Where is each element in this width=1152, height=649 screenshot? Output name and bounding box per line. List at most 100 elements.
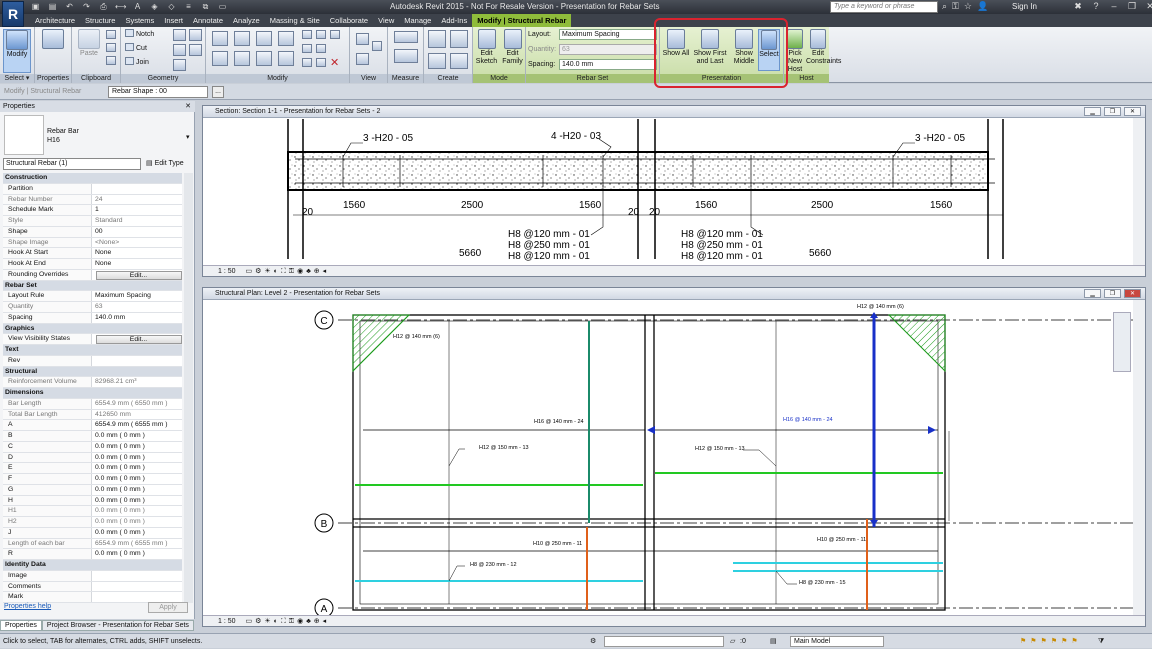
close-icon[interactable]: ✕	[185, 101, 191, 112]
trim-single-icon[interactable]	[302, 58, 312, 67]
offset-icon[interactable]	[234, 31, 250, 46]
open-icon[interactable]: ▣	[30, 2, 41, 12]
tab-insert[interactable]: Insert	[159, 14, 188, 27]
instance-filter-select[interactable]: Structural Rebar (1)	[3, 158, 141, 170]
property-value[interactable]	[92, 581, 182, 592]
trim-multiple-icon[interactable]	[316, 58, 326, 67]
cope-icon[interactable]	[189, 29, 202, 41]
tab-structure[interactable]: Structure	[80, 14, 120, 27]
property-value[interactable]	[92, 570, 182, 581]
cut-button[interactable]: Cut	[125, 43, 147, 54]
switch-windows-icon[interactable]: ▭	[217, 2, 228, 12]
property-value[interactable]: 0.0 mm ( 0 mm )	[92, 495, 182, 506]
tab-analyze[interactable]: Analyze	[228, 14, 265, 27]
edit-type-button[interactable]: ▤ Edit Type	[146, 159, 184, 167]
category-structural[interactable]: Structural	[3, 366, 182, 378]
navigation-bar[interactable]	[1113, 312, 1131, 372]
app-menu-button[interactable]: R	[2, 1, 24, 27]
quantity-field[interactable]: 63	[559, 44, 657, 55]
property-value[interactable]: Maximum Spacing	[92, 291, 182, 301]
paste-button[interactable]: Paste	[74, 29, 104, 58]
chevron-down-icon[interactable]: ▾	[186, 133, 190, 141]
edit-family-button[interactable]: Edit Family	[500, 29, 525, 66]
hide-in-view-icon[interactable]	[356, 33, 369, 45]
editable-only-icon[interactable]: ▱	[730, 634, 735, 649]
create-similar-icon[interactable]	[450, 53, 468, 69]
redo-icon[interactable]: ↷	[81, 2, 92, 12]
view-control-icons[interactable]: ▭⚙☀◐⛶⚿◉♣⊕◂	[245, 268, 329, 275]
tab-view[interactable]: View	[373, 14, 399, 27]
unpin-icon[interactable]	[316, 44, 326, 53]
tab-collaborate[interactable]: Collaborate	[325, 14, 373, 27]
help-icon[interactable]: ?	[1088, 0, 1104, 12]
copy-icon[interactable]	[106, 30, 116, 39]
scale-icon[interactable]	[330, 30, 340, 39]
sign-in-link[interactable]: Sign In	[1012, 2, 1037, 11]
cut-clipboard-icon[interactable]	[106, 43, 116, 52]
measure-between-icon[interactable]	[394, 31, 418, 43]
spacing-field[interactable]: 140.0 mm	[559, 59, 657, 70]
property-value[interactable]: None	[92, 259, 182, 269]
minimize-button[interactable]: ▁	[1084, 289, 1101, 298]
plan-vertical-scrollbar[interactable]	[1133, 300, 1145, 615]
binoculars-icon[interactable]: ⌕	[942, 1, 947, 12]
edit-constraints-button[interactable]: Edit Constraints	[806, 29, 841, 66]
design-option-select[interactable]: Main Model	[790, 636, 884, 647]
minimize-button[interactable]: ▁	[1084, 107, 1101, 116]
tab-massing-site[interactable]: Massing & Site	[265, 14, 325, 27]
subscription-icon[interactable]: ⚿	[952, 1, 959, 12]
split-face-icon[interactable]	[173, 44, 186, 56]
pin-icon[interactable]	[302, 44, 312, 53]
property-value[interactable]	[92, 355, 182, 366]
design-options-icon[interactable]: ▤	[770, 634, 777, 649]
measure-icon[interactable]: ⟷	[115, 2, 126, 12]
category-identity-data[interactable]: Identity Data	[3, 560, 182, 571]
restore-button[interactable]: ❐	[1124, 0, 1140, 12]
create-group-icon[interactable]	[428, 53, 446, 69]
favorites-icon[interactable]: ☆	[964, 1, 972, 12]
plan-view-window[interactable]: Structural Plan: Level 2 - Presentation …	[202, 287, 1146, 627]
section-canvas[interactable]: 3 -H20 - 05 4 -H20 - 03 3 -H20 - 05 1560…	[203, 119, 1133, 266]
property-value[interactable]: 140.0 mm	[92, 312, 182, 323]
move-icon[interactable]	[212, 51, 228, 66]
category-text[interactable]: Text	[3, 345, 182, 356]
plan-scale[interactable]: 1 : 50	[218, 618, 236, 625]
property-value[interactable]	[92, 592, 182, 602]
wall-joins-icon[interactable]	[173, 29, 186, 41]
paint-icon[interactable]	[189, 44, 202, 56]
tab-project-browser[interactable]: Project Browser - Presentation for Rebar…	[41, 620, 194, 631]
edit-sketch-button[interactable]: Edit Sketch	[474, 29, 499, 66]
restore-button[interactable]: ❐	[1104, 107, 1121, 116]
options-more-button[interactable]: ...	[212, 86, 224, 98]
tab-properties[interactable]: Properties	[0, 620, 42, 631]
section-scale[interactable]: 1 : 50	[218, 268, 236, 275]
property-value[interactable]: 00	[92, 226, 182, 237]
filter-icon[interactable]: ⧩	[1098, 634, 1104, 649]
close-button[interactable]: ✕	[1124, 289, 1141, 298]
property-value[interactable]: 6554.9 mm ( 6555 mm )	[92, 420, 182, 430]
tab-systems[interactable]: Systems	[120, 14, 159, 27]
category-rebar-set[interactable]: Rebar Set	[3, 280, 182, 292]
property-value[interactable]: 0.0 mm ( 0 mm )	[92, 463, 182, 473]
linework-icon[interactable]	[372, 41, 382, 51]
edit-button[interactable]: Edit...	[95, 270, 182, 280]
section-vertical-scrollbar[interactable]	[1133, 118, 1145, 266]
undo-icon[interactable]: ↶	[64, 2, 75, 12]
workset-icon[interactable]: ⚙	[590, 634, 596, 649]
workset-select[interactable]	[604, 636, 724, 647]
category-graphics[interactable]: Graphics	[3, 323, 182, 335]
property-value[interactable]: 0.0 mm ( 0 mm )	[92, 484, 182, 495]
close-hidden-icon[interactable]: ⧉	[200, 2, 211, 12]
minimize-button[interactable]: ‒	[1106, 0, 1122, 12]
apply-button[interactable]: Apply	[148, 602, 188, 613]
save-icon[interactable]: ▤	[47, 2, 58, 12]
property-value[interactable]: 1	[92, 205, 182, 215]
view-control-icons[interactable]: ▭⚙☀◐⛶⚿◉♣⊕◂	[245, 618, 329, 625]
tab-modify-structural-rebar[interactable]: Modify | Structural Rebar	[472, 14, 572, 27]
property-value[interactable]	[92, 183, 182, 194]
rebar-shape-select[interactable]: Rebar Shape : 00	[108, 86, 208, 98]
tab-architecture[interactable]: Architecture	[30, 14, 80, 27]
trim-extend-icon[interactable]	[278, 51, 294, 66]
3d-view-icon[interactable]: ◈	[149, 2, 160, 12]
property-value[interactable]: 0.0 mm ( 0 mm )	[92, 441, 182, 452]
